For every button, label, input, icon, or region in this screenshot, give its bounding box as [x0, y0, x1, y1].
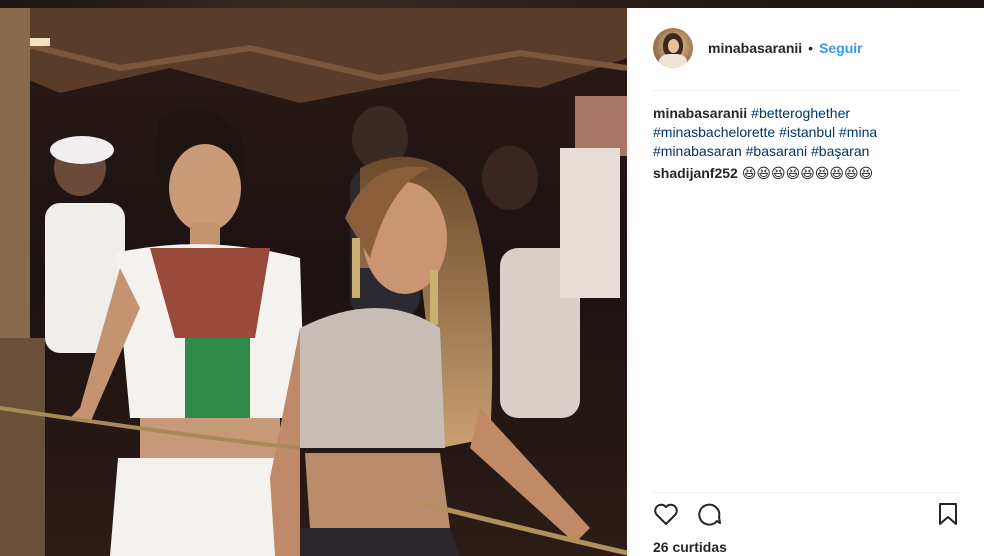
- comment-username[interactable]: shadijanf252: [653, 165, 738, 181]
- header-username[interactable]: minabasaranii: [708, 40, 802, 56]
- heart-icon[interactable]: [653, 502, 679, 526]
- likes-count[interactable]: 26 curtidas: [653, 539, 727, 555]
- bookmark-icon[interactable]: [937, 502, 959, 526]
- post-photo[interactable]: [0, 8, 627, 556]
- actions-divider: [653, 492, 961, 493]
- comment-icon[interactable]: [697, 502, 723, 526]
- hashtag[interactable]: #minabasaran: [653, 143, 742, 159]
- top-strip: [0, 0, 984, 8]
- header-divider: [653, 90, 961, 91]
- comment-item: shadijanf252 😆😆😆😆😆😆😆😆😆: [653, 164, 963, 183]
- hashtag[interactable]: #mina: [839, 124, 877, 140]
- avatar[interactable]: [653, 28, 693, 68]
- comment-text: 😆😆😆😆😆😆😆😆😆: [741, 165, 874, 181]
- hashtag[interactable]: #minasbachelorette: [653, 124, 775, 140]
- post-header: minabasaranii • Seguir: [653, 28, 863, 68]
- hashtag[interactable]: #betteroghether: [751, 105, 850, 121]
- post-side-panel: minabasaranii • Seguir minabasaranii #bet…: [628, 8, 984, 556]
- hashtag[interactable]: #başaran: [811, 143, 869, 159]
- caption: minabasaranii #betteroghether #minasbache…: [653, 104, 963, 161]
- caption-username[interactable]: minabasaranii: [653, 105, 747, 121]
- action-bar: [653, 502, 959, 532]
- header-separator: •: [808, 40, 814, 56]
- hashtag[interactable]: #istanbul: [779, 124, 835, 140]
- hashtag[interactable]: #basarani: [746, 143, 808, 159]
- follow-button[interactable]: Seguir: [819, 40, 863, 56]
- photo-scene: [0, 8, 627, 556]
- comments-list: minabasaranii #betteroghether #minasbache…: [653, 104, 963, 186]
